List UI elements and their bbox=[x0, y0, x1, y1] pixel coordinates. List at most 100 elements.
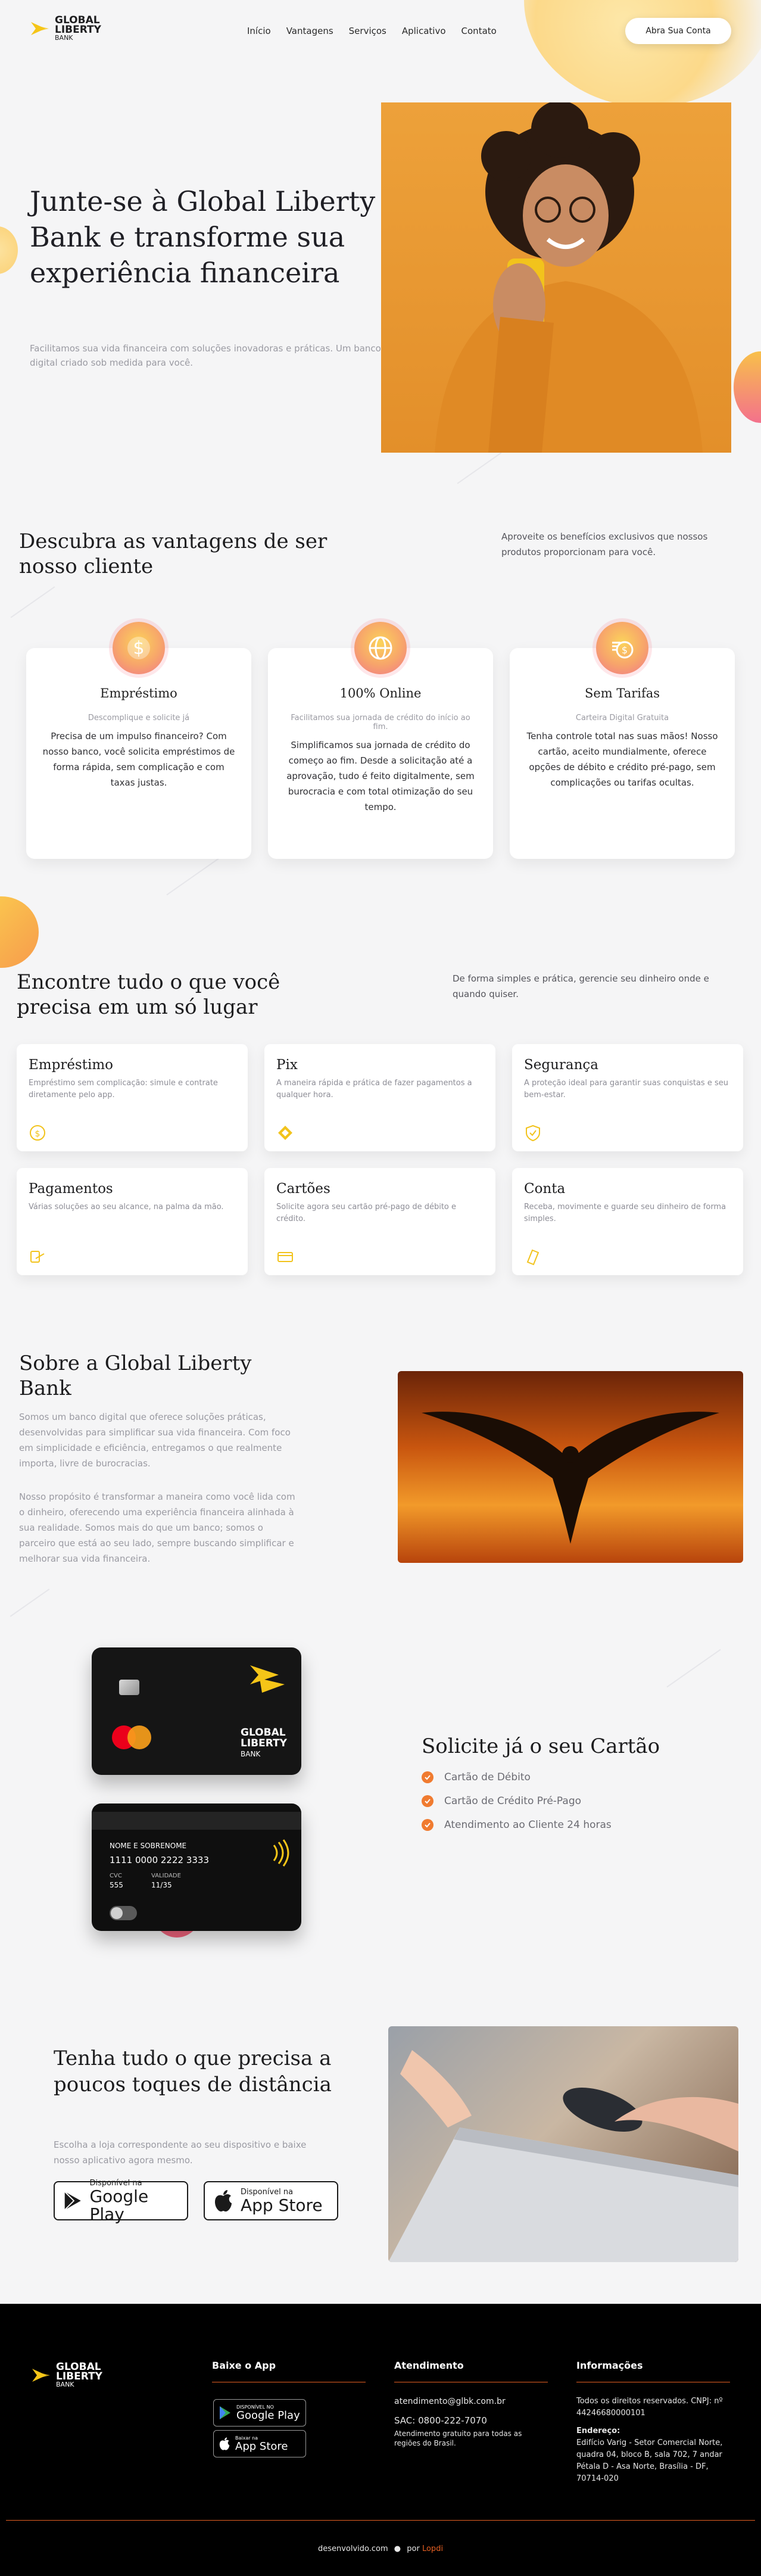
pix-icon bbox=[278, 1126, 292, 1140]
decor-stroke bbox=[666, 1649, 721, 1688]
credits-by: por bbox=[407, 2544, 420, 2553]
cvc-value: 555 bbox=[110, 1881, 123, 1889]
footer-col-info: Informações Todos os direitos reservados… bbox=[576, 2360, 730, 2485]
nav-item-contato[interactable]: Contato bbox=[461, 26, 497, 36]
benefit-text: Simplificamos sua jornada de crédito do … bbox=[286, 740, 475, 812]
coins-icon: $ bbox=[596, 622, 648, 674]
apple-icon bbox=[215, 2190, 232, 2211]
brand-line2: LIBERTY bbox=[55, 24, 101, 36]
card-benefits-list: Cartão de Débito Cartão de Crédito Pré-P… bbox=[422, 1771, 612, 1843]
card-brand-line3: BANK bbox=[241, 1750, 261, 1758]
card-number: 1111 0000 2222 3333 bbox=[110, 1855, 209, 1865]
service-text: A proteção ideal para garantir suas conq… bbox=[524, 1079, 728, 1099]
footer-credits: desenvolvido.com ● por Lopdi bbox=[0, 2544, 761, 2553]
card-brand-line1: GLOBAL bbox=[241, 1727, 286, 1739]
footer-brand-line2: LIBERTY bbox=[56, 2371, 102, 2382]
google-play-button[interactable]: Disponível na Google Play bbox=[54, 2179, 188, 2224]
eagle-image bbox=[398, 1371, 743, 1563]
hero-title: Junte-se à Global Liberty Bank e transfo… bbox=[30, 185, 376, 289]
shield-icon bbox=[526, 1125, 540, 1142]
list-item-label: Atendimento ao Cliente 24 horas bbox=[444, 1819, 612, 1831]
footer-app-title: Baixe o App bbox=[212, 2360, 366, 2382]
nav-item-servicos[interactable]: Serviços bbox=[349, 26, 386, 36]
service-title: Conta bbox=[524, 1181, 566, 1197]
card-toggle-icon bbox=[110, 1906, 137, 1920]
eagle-silhouette bbox=[422, 1412, 719, 1544]
nav-item-vantagens[interactable]: Vantagens bbox=[286, 26, 333, 36]
account-icon bbox=[526, 1249, 539, 1266]
google-play-icon bbox=[64, 2191, 81, 2210]
footer-col-app: Baixe o App bbox=[212, 2360, 366, 2382]
footer-support-title: Atendimento bbox=[394, 2360, 548, 2382]
decor-stroke bbox=[166, 856, 221, 896]
benefit-title: 100% Online bbox=[339, 686, 422, 700]
footer-google-play-button[interactable]: DISPONÍVEL NO Google Play bbox=[213, 2399, 306, 2427]
benefit-sub: Facilitamos sua jornada de crédito do in… bbox=[291, 714, 470, 731]
decor-blob-left bbox=[0, 226, 18, 274]
open-account-button[interactable]: Abra Sua Conta bbox=[625, 18, 731, 44]
decor-stroke bbox=[10, 586, 55, 618]
benefit-card-sem-tarifas: $ Sem Tarifas Carteira Digital Gratuita … bbox=[510, 622, 735, 859]
card-front: GLOBAL LIBERTY BANK bbox=[92, 1647, 301, 1775]
google-play-big: Google Play bbox=[89, 2186, 149, 2224]
hero-subtitle: Facilitamos sua vida financeira com solu… bbox=[30, 343, 381, 368]
hands-laptop-illustration bbox=[388, 2050, 738, 2262]
service-card-pix[interactable]: Pix A maneira rápida e prática de fazer … bbox=[264, 1044, 495, 1151]
service-title: Cartões bbox=[276, 1181, 330, 1197]
list-item-label: Cartão de Débito bbox=[444, 1771, 531, 1783]
nav-item-aplicativo[interactable]: Aplicativo bbox=[402, 26, 446, 36]
main-nav: Início Vantagens Serviços Aplicativo Con… bbox=[247, 26, 512, 36]
about-paragraph-2: Nosso propósito é transformar a maneira … bbox=[19, 1491, 295, 1564]
footer-sac: SAC: 0800-222-7070 bbox=[394, 2415, 487, 2426]
footer-email[interactable]: atendimento@glbk.com.br bbox=[394, 2396, 548, 2407]
dollar-icon: $ bbox=[113, 622, 165, 674]
magnetic-stripe bbox=[92, 1812, 301, 1830]
globe-icon bbox=[354, 622, 407, 674]
service-text: Empréstimo sem complicação: simule e con… bbox=[29, 1079, 218, 1099]
card-holder: NOME E SOBRENOME bbox=[110, 1842, 187, 1850]
list-item: Cartão de Crédito Pré-Pago bbox=[422, 1795, 612, 1807]
service-title: Pix bbox=[276, 1057, 298, 1073]
service-card-cartoes[interactable]: Cartões Solicite agora seu cartão pré-pa… bbox=[264, 1168, 495, 1275]
credits-name[interactable]: Lopdi bbox=[422, 2544, 443, 2553]
service-card-conta[interactable]: Conta Receba, movimente e guarde seu din… bbox=[512, 1168, 743, 1275]
app-subtitle: Escolha a loja correspondente ao seu dis… bbox=[54, 2139, 307, 2166]
loan-icon: $ bbox=[30, 1125, 45, 1141]
footer-rights: Todos os direitos reservados. CNPJ: nº 4… bbox=[576, 2397, 723, 2418]
service-title: Segurança bbox=[524, 1057, 599, 1073]
footer: GLOBAL LIBERTY BANK Baixe o App DISPONÍV… bbox=[0, 2304, 761, 2576]
list-item: Atendimento ao Cliente 24 horas bbox=[422, 1819, 612, 1831]
svg-text:$: $ bbox=[133, 638, 144, 659]
footer-brand-logo[interactable]: GLOBAL LIBERTY BANK bbox=[31, 2362, 102, 2388]
footer-app-store-button[interactable]: Baixar na App Store bbox=[213, 2430, 306, 2457]
service-text: Receba, movimente e guarde seu dinheiro … bbox=[524, 1203, 726, 1223]
footer-address-label: Endereço: bbox=[576, 2427, 620, 2435]
service-title: Pagamentos bbox=[29, 1181, 113, 1197]
about-paragraph-1: Somos um banco digital que oferece soluç… bbox=[19, 1412, 291, 1469]
list-item: Cartão de Débito bbox=[422, 1771, 612, 1783]
benefit-text: Tenha controle total nas suas mãos! Noss… bbox=[526, 731, 718, 788]
service-text: Solicite agora seu cartão pré-pago de dé… bbox=[276, 1203, 457, 1223]
service-card-emprestimo[interactable]: Empréstimo Empréstimo sem complicação: s… bbox=[17, 1044, 248, 1151]
hero-image bbox=[381, 102, 731, 453]
logo-mark-icon bbox=[32, 2369, 50, 2382]
brand-logo[interactable]: GLOBAL LIBERTY BANK bbox=[30, 15, 101, 42]
service-text: Várias soluções ao seu alcance, na palma… bbox=[29, 1203, 224, 1211]
service-card-pagamentos[interactable]: Pagamentos Várias soluções ao seu alcanc… bbox=[17, 1168, 248, 1275]
services-aside: De forma simples e prática, gerencie seu… bbox=[453, 973, 709, 999]
location-pin-icon: ● bbox=[394, 2544, 401, 2553]
service-card-seguranca[interactable]: Segurança A proteção ideal para garantir… bbox=[512, 1044, 743, 1151]
benefits-aside: Aproveite os benefícios exclusivos que n… bbox=[501, 531, 708, 557]
credits-domain[interactable]: desenvolvido.com bbox=[318, 2544, 388, 2553]
contactless-icon bbox=[273, 1839, 289, 1867]
card-icon bbox=[277, 1252, 293, 1262]
check-icon bbox=[422, 1771, 433, 1783]
chip-icon bbox=[119, 1680, 139, 1695]
app-store-button[interactable]: Disponível na App Store bbox=[204, 2181, 338, 2220]
decor-stroke bbox=[10, 1588, 50, 1617]
nav-item-inicio[interactable]: Início bbox=[247, 26, 271, 36]
svg-text:$: $ bbox=[622, 644, 628, 656]
benefit-sub: Descomplique e solicite já bbox=[88, 714, 190, 722]
app-store-big: App Store bbox=[241, 2195, 323, 2215]
app-title: Tenha tudo o que precisa a poucos toques… bbox=[54, 2047, 332, 2097]
